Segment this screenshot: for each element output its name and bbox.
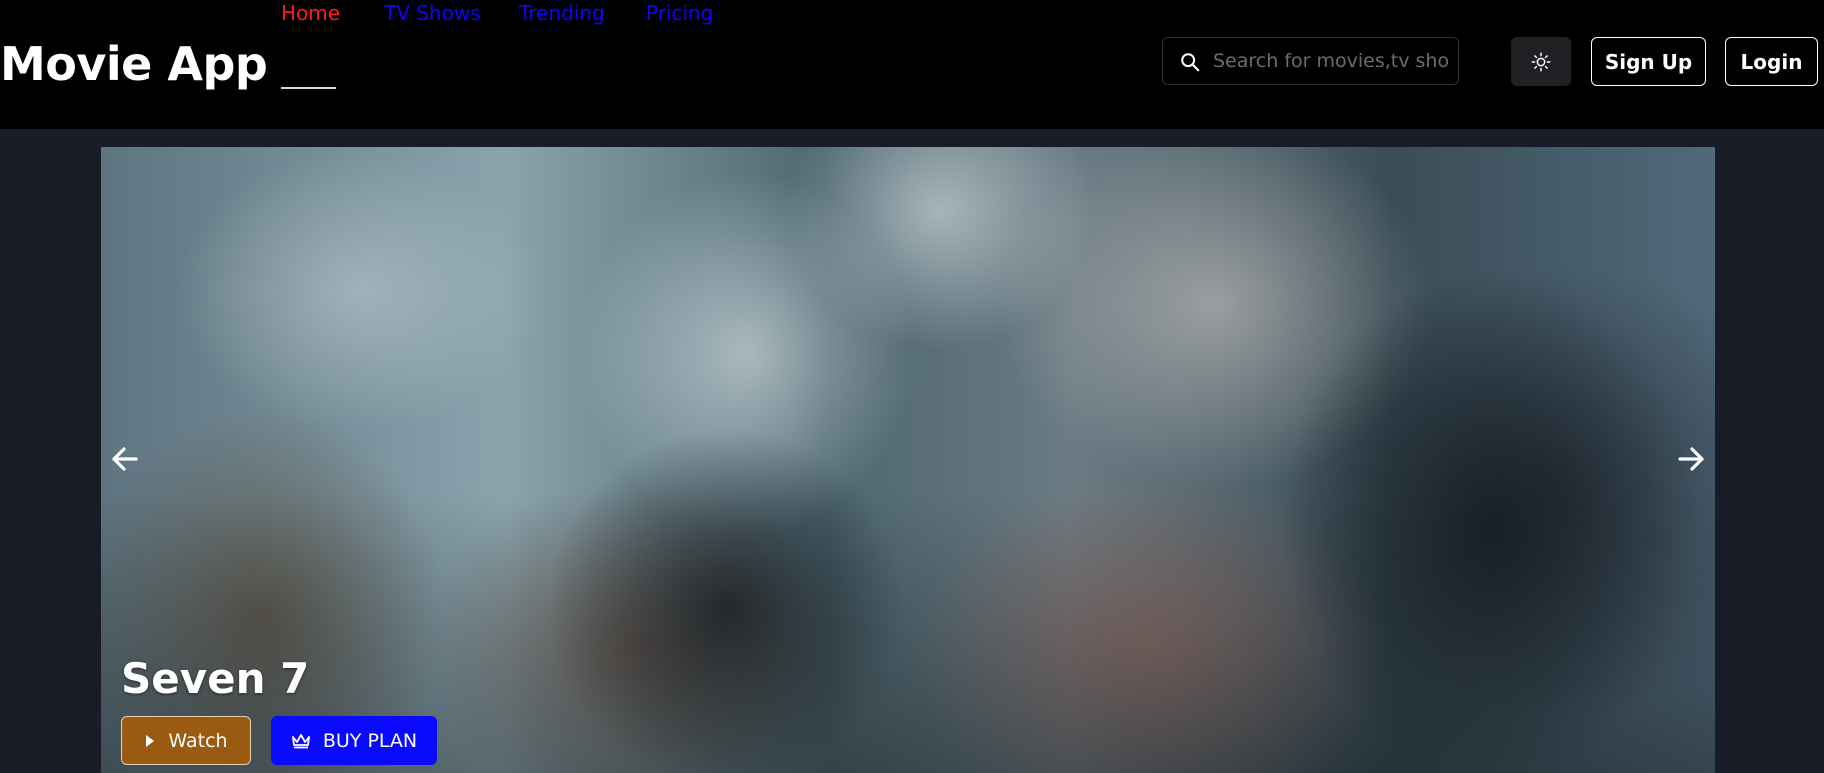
brand-logo-text[interactable]: Movie App — [0, 34, 268, 94]
login-button[interactable]: Login — [1725, 37, 1818, 86]
nav-link-home[interactable]: Home — [281, 0, 340, 26]
sign-up-button[interactable]: Sign Up — [1591, 37, 1706, 86]
watch-button[interactable]: Watch — [121, 716, 251, 765]
hero-carousel[interactable]: Seven 7 Watch BUY PLAN — [101, 147, 1715, 773]
nav-link-pricing[interactable]: Pricing — [646, 0, 713, 26]
arrow-right-icon[interactable] — [1671, 439, 1711, 479]
arrow-left-icon[interactable] — [105, 439, 145, 479]
nav-link-trending[interactable]: Trending — [519, 0, 605, 26]
theme-toggle-button[interactable] — [1511, 37, 1571, 86]
nav-link-tv-shows[interactable]: TV Shows — [384, 0, 481, 26]
buy-plan-button-label: BUY PLAN — [322, 729, 418, 752]
play-icon — [146, 734, 155, 747]
buy-plan-button[interactable]: BUY PLAN — [271, 716, 437, 765]
crown-icon — [291, 733, 310, 748]
hero-overlay — [101, 147, 1715, 773]
watch-button-label: Watch — [168, 729, 228, 752]
hero-title: Seven 7 — [121, 654, 310, 703]
sun-icon — [1531, 52, 1551, 71]
search-box[interactable] — [1162, 37, 1459, 85]
search-input[interactable] — [1213, 38, 1449, 84]
active-nav-underline — [281, 87, 336, 89]
top-navbar: Movie App Home TV Shows Trending Pricing — [0, 0, 1824, 129]
search-icon — [1181, 53, 1200, 72]
